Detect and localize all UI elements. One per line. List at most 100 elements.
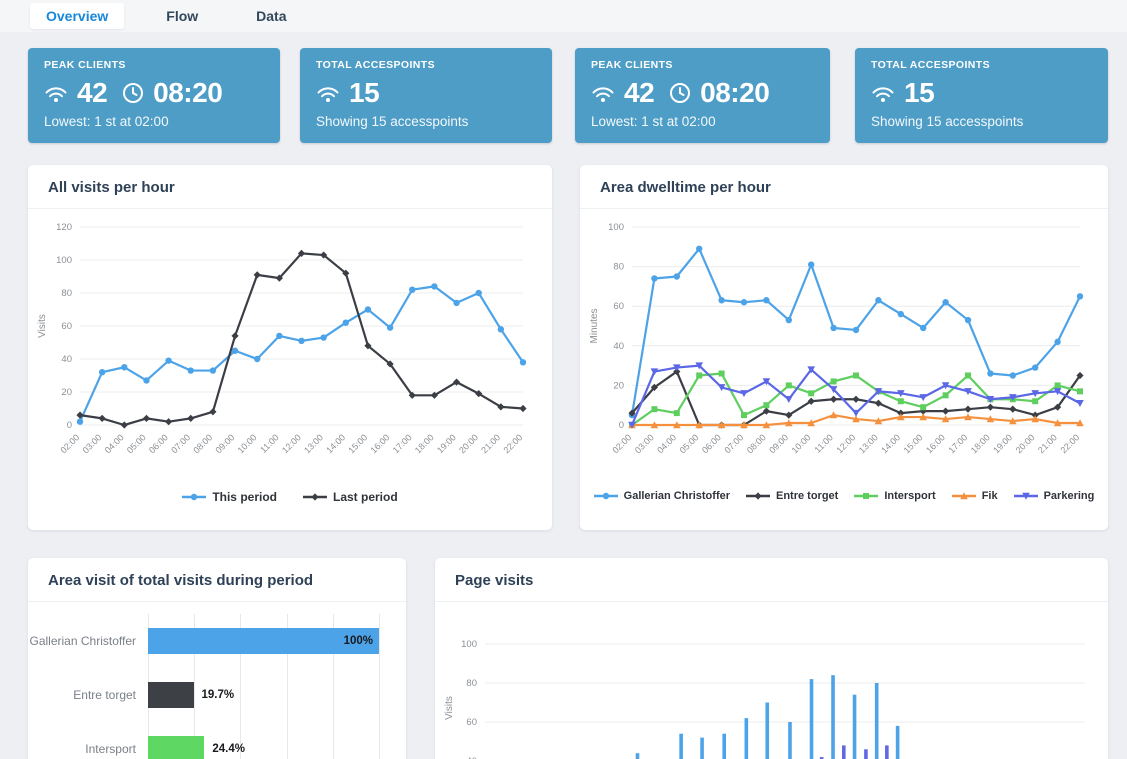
svg-text:Visits: Visits bbox=[37, 314, 48, 338]
svg-text:60: 60 bbox=[61, 321, 72, 332]
svg-text:14:00: 14:00 bbox=[324, 432, 347, 455]
tab-data[interactable]: Data bbox=[240, 3, 302, 29]
legend-item[interactable]: Intersport bbox=[854, 490, 935, 502]
svg-text:07:00: 07:00 bbox=[722, 432, 745, 455]
bar-track: 100% bbox=[148, 628, 379, 654]
svg-text:05:00: 05:00 bbox=[125, 432, 148, 455]
svg-text:120: 120 bbox=[56, 222, 72, 233]
bar-row: Gallerian Christoffer 100% bbox=[28, 614, 406, 668]
legend-item[interactable]: Fik bbox=[952, 490, 998, 502]
bar-value-label: 100% bbox=[344, 635, 373, 647]
chart-title: Page visits bbox=[435, 558, 1108, 602]
bar bbox=[148, 682, 194, 708]
dwelltime-legend: Gallerian Christoffer Entre torget Intersp… bbox=[580, 490, 1108, 502]
bar-track: 19.7% bbox=[148, 682, 379, 708]
stat-card-footer: Lowest: 1 st at 02:00 bbox=[591, 114, 814, 129]
bar bbox=[148, 736, 204, 759]
legend-item[interactable]: Entre torget bbox=[746, 490, 838, 502]
card-area-dwelltime-per-hour: Area dwelltime per hour 020406080100Minu… bbox=[580, 165, 1108, 530]
svg-text:18:00: 18:00 bbox=[969, 432, 992, 455]
svg-text:40: 40 bbox=[613, 341, 624, 352]
legend-label: Gallerian Christoffer bbox=[624, 490, 730, 502]
svg-text:60: 60 bbox=[613, 301, 624, 312]
all-visits-chart: 020406080100120Visits02:0003:0004:0005:0… bbox=[28, 209, 552, 488]
legend-marker-icon bbox=[182, 492, 206, 502]
svg-text:10:00: 10:00 bbox=[236, 432, 259, 455]
svg-text:11:00: 11:00 bbox=[258, 432, 281, 455]
svg-text:04:00: 04:00 bbox=[655, 432, 678, 455]
tab-overview[interactable]: Overview bbox=[30, 3, 124, 29]
stat-card-title: TOTAL ACCESPOINTS bbox=[871, 59, 1092, 71]
legend-marker-icon bbox=[952, 491, 976, 501]
peak-clients-value: 42 bbox=[77, 77, 107, 109]
stat-card-title: PEAK CLIENTS bbox=[591, 59, 814, 71]
svg-text:0: 0 bbox=[619, 420, 624, 431]
peak-time-value: 08:20 bbox=[700, 77, 769, 109]
svg-text:13:00: 13:00 bbox=[857, 432, 880, 455]
svg-text:Minutes: Minutes bbox=[589, 308, 600, 343]
legend-item[interactable]: Last period bbox=[303, 490, 398, 504]
svg-text:13:00: 13:00 bbox=[302, 432, 325, 455]
legend-marker-icon bbox=[746, 491, 770, 501]
bar-category-label: Gallerian Christoffer bbox=[28, 634, 148, 648]
dashboard: Overview Flow Data PEAK CLIENTS 42 08:20… bbox=[0, 0, 1127, 759]
svg-text:09:00: 09:00 bbox=[213, 432, 236, 455]
legend-item[interactable]: This period bbox=[182, 490, 277, 504]
tab-flow[interactable]: Flow bbox=[150, 3, 214, 29]
chart-title: All visits per hour bbox=[28, 165, 552, 209]
svg-text:100: 100 bbox=[608, 222, 624, 233]
chart-canvas: 020406080100Minutes02:0003:0004:0005:000… bbox=[586, 215, 1096, 483]
legend-label: Parkering bbox=[1044, 490, 1095, 502]
svg-text:17:00: 17:00 bbox=[946, 432, 969, 455]
wifi-icon bbox=[591, 84, 615, 103]
svg-text:03:00: 03:00 bbox=[81, 432, 104, 455]
svg-text:Visits: Visits bbox=[444, 696, 455, 720]
bar: 100% bbox=[148, 628, 379, 654]
legend-label: Entre torget bbox=[776, 490, 838, 502]
legend-item[interactable]: Parkering bbox=[1014, 490, 1095, 502]
tab-bar: Overview Flow Data bbox=[0, 0, 1127, 32]
stat-card-peak-clients: PEAK CLIENTS 42 08:20 Lowest: 1 st at 02… bbox=[28, 48, 280, 143]
svg-text:02:00: 02:00 bbox=[610, 432, 633, 455]
chart-canvas: 406080100Visits bbox=[441, 608, 1099, 759]
card-all-visits-per-hour: All visits per hour 020406080100120Visit… bbox=[28, 165, 552, 530]
chart-canvas: 020406080100120Visits02:0003:0004:0005:0… bbox=[34, 215, 539, 483]
total-accesspoints-value: 15 bbox=[904, 77, 934, 109]
svg-text:12:00: 12:00 bbox=[280, 432, 303, 455]
svg-text:16:00: 16:00 bbox=[924, 432, 947, 455]
svg-text:02:00: 02:00 bbox=[58, 432, 81, 455]
wifi-icon bbox=[316, 84, 340, 103]
svg-text:16:00: 16:00 bbox=[369, 432, 392, 455]
svg-text:07:00: 07:00 bbox=[169, 432, 192, 455]
svg-text:22:00: 22:00 bbox=[501, 432, 524, 455]
page-visits-chart: 406080100Visits bbox=[435, 602, 1108, 759]
stat-card-footer: Showing 15 accesspoints bbox=[316, 114, 536, 129]
svg-text:19:00: 19:00 bbox=[435, 432, 458, 455]
stat-card-footer: Showing 15 accesspoints bbox=[871, 114, 1092, 129]
bar-track: 24.4% bbox=[148, 736, 379, 759]
wifi-icon bbox=[44, 84, 68, 103]
svg-text:40: 40 bbox=[61, 354, 72, 365]
svg-text:18:00: 18:00 bbox=[413, 432, 436, 455]
legend-label: Last period bbox=[333, 490, 398, 504]
svg-text:100: 100 bbox=[461, 639, 477, 650]
svg-text:80: 80 bbox=[61, 288, 72, 299]
bar-value-label: 19.7% bbox=[202, 689, 235, 701]
bar-category-label: Intersport bbox=[28, 742, 148, 756]
svg-text:20: 20 bbox=[613, 380, 624, 391]
svg-text:0: 0 bbox=[67, 420, 72, 431]
stat-card-title: TOTAL ACCESPOINTS bbox=[316, 59, 536, 71]
stat-card-total-accesspoints: TOTAL ACCESPOINTS 15 Showing 15 accesspo… bbox=[855, 48, 1108, 143]
legend-item[interactable]: Gallerian Christoffer bbox=[594, 490, 730, 502]
peak-clients-value: 42 bbox=[624, 77, 654, 109]
svg-text:20: 20 bbox=[61, 387, 72, 398]
chart-title: Area visit of total visits during period bbox=[28, 558, 406, 602]
chart-title: Area dwelltime per hour bbox=[580, 165, 1108, 209]
bar-category-label: Entre torget bbox=[28, 688, 148, 702]
svg-text:20:00: 20:00 bbox=[1014, 432, 1037, 455]
all-visits-legend: This period Last period bbox=[28, 490, 552, 504]
svg-text:19:00: 19:00 bbox=[991, 432, 1014, 455]
svg-text:80: 80 bbox=[466, 678, 477, 689]
svg-text:10:00: 10:00 bbox=[790, 432, 813, 455]
bar-value-label: 24.4% bbox=[212, 743, 245, 755]
